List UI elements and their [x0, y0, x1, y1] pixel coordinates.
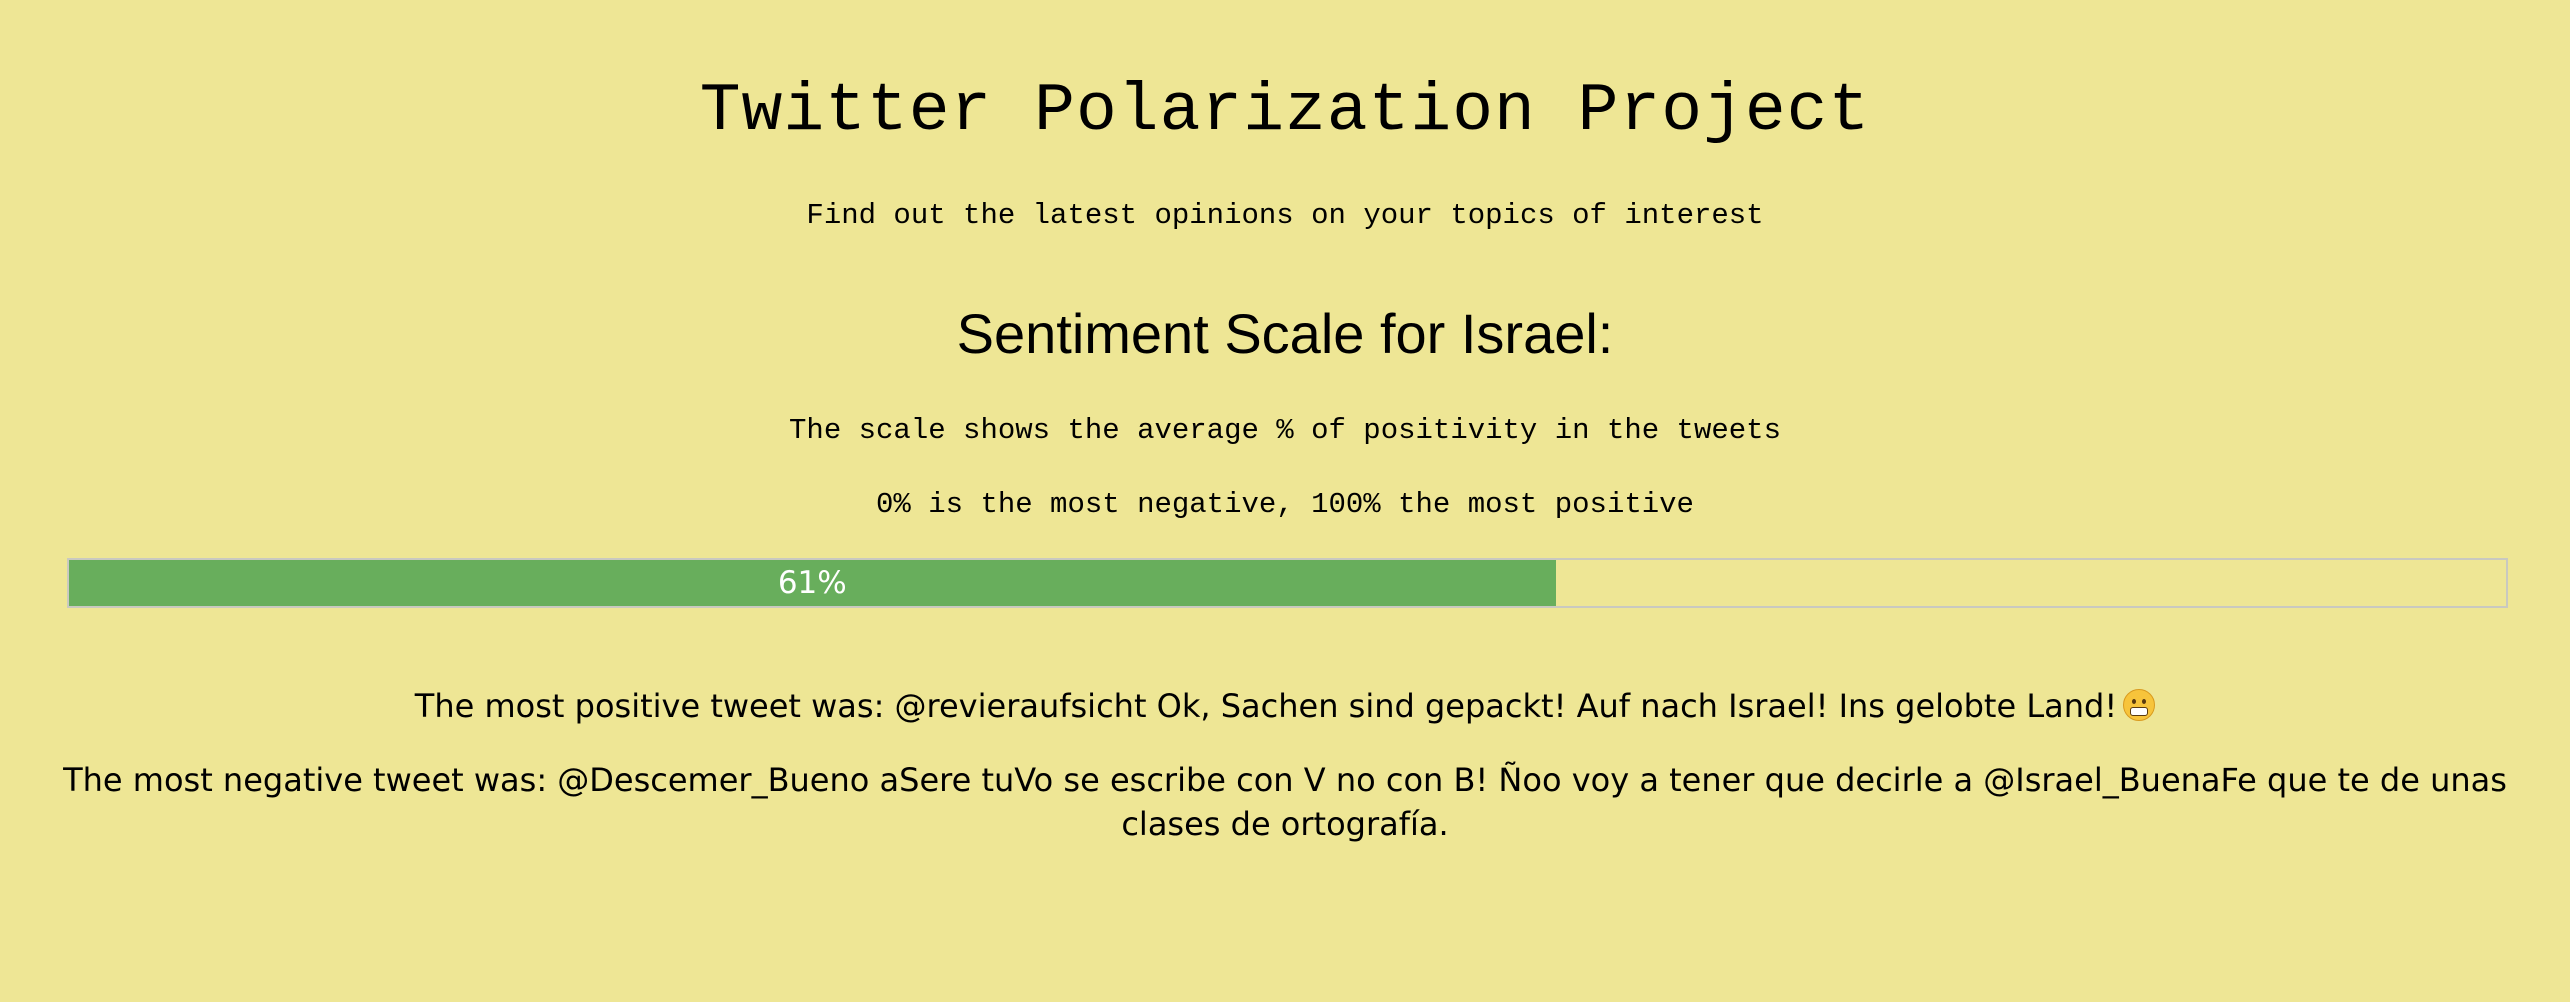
page-title: Twitter Polarization Project: [699, 73, 1871, 150]
sentiment-progress-fill: 61%: [69, 560, 1556, 606]
scale-description: The scale shows the average % of positiv…: [789, 414, 1781, 447]
most-positive-tweet-text: The most positive tweet was: @revieraufs…: [414, 687, 2118, 725]
most-positive-tweet: The most positive tweet was: @revieraufs…: [60, 684, 2510, 728]
most-negative-tweet: The most negative tweet was: @Descemer_B…: [63, 761, 2507, 843]
sentiment-percent-label: 61%: [777, 565, 847, 601]
sentiment-heading: Sentiment Scale for Israel:: [956, 302, 1614, 365]
page-subtitle: Find out the latest opinions on your top…: [806, 199, 1764, 232]
grimacing-face-icon: [2123, 689, 2156, 721]
sentiment-progress-bar: 61%: [67, 558, 2508, 608]
page: Twitter Polarization Project Find out th…: [0, 0, 2570, 1002]
scale-range-note: 0% is the most negative, 100% the most p…: [876, 488, 1694, 521]
